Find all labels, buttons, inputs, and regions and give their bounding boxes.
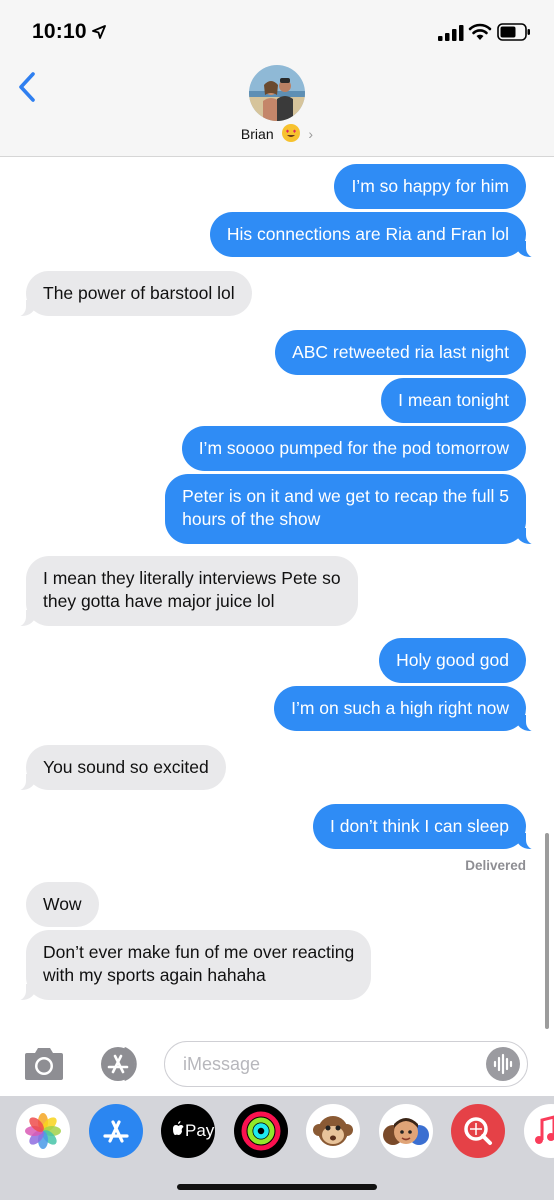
chevron-right-icon: ›	[308, 126, 314, 142]
waveform-icon	[493, 1053, 513, 1075]
contact-name-row[interactable]: Brian ›	[0, 124, 554, 142]
message-text: hours of the show	[182, 509, 321, 529]
home-indicator[interactable]	[177, 1184, 377, 1190]
message-bubble-sent[interactable]: I’m on such a high right now	[274, 686, 540, 732]
contact-avatar[interactable]	[249, 65, 305, 121]
message-text: Wow	[43, 894, 82, 914]
message-text: I’m on such a high right now	[291, 698, 509, 718]
location-arrow-icon	[92, 25, 106, 39]
message-text: they gotta have major juice lol	[43, 591, 275, 611]
compose-bar	[0, 1030, 554, 1096]
message-bubble-sent[interactable]: Holy good god	[379, 638, 526, 683]
scroll-indicator[interactable]	[545, 833, 549, 1029]
message-text: Peter is on it and we get to recap the f…	[182, 486, 509, 506]
message-text: I mean tonight	[398, 390, 509, 410]
app-store-button-icon[interactable]	[94, 1046, 142, 1082]
message-text: The power of barstool lol	[43, 283, 235, 303]
message-text: His connections are Ria and Fran lol	[226, 224, 509, 244]
wifi-icon	[468, 23, 492, 40]
contact-name: Brian	[240, 126, 274, 142]
conversation-header: Brian ›	[0, 60, 554, 157]
message-text: I’m so happy for him	[351, 176, 509, 196]
heart-eyes-emoji-icon	[281, 124, 300, 142]
battery-icon	[497, 23, 530, 41]
message-bubble-sent[interactable]: I don’t think I can sleep	[313, 804, 540, 850]
camera-icon[interactable]	[22, 1046, 66, 1082]
message-text: Holy good god	[396, 650, 509, 670]
cellular-signal-icon	[438, 25, 464, 41]
message-bubble-sent[interactable]: ABC retweeted ria last night	[275, 330, 526, 375]
music-app-icon[interactable]	[524, 1104, 554, 1158]
status-bar: 10:10	[0, 0, 554, 60]
message-bubble-sent[interactable]: I’m soooo pumped for the pod tomorrow	[181, 426, 526, 471]
message-text: You sound so excited	[43, 757, 209, 777]
message-text: I’m soooo pumped for the pod tomorrow	[198, 438, 509, 458]
message-text: Don’t ever make fun of me over reacting	[43, 942, 355, 962]
message-bubble-received[interactable]: You sound so excited	[12, 745, 226, 791]
apple-pay-app-icon[interactable]: Pay	[161, 1104, 215, 1158]
message-bubble-received[interactable]: The power of barstool lol	[12, 271, 252, 317]
message-bubble-sent[interactable]: His connections are Ria and Fran lol	[209, 212, 541, 258]
back-chevron-icon[interactable]	[14, 70, 40, 104]
message-bubble-received[interactable]: Don’t ever make fun of me over reacting …	[11, 930, 372, 1001]
search-images-app-icon[interactable]	[451, 1104, 505, 1158]
activity-app-icon[interactable]	[234, 1104, 288, 1158]
photos-app-icon[interactable]	[16, 1104, 70, 1158]
animoji-app-icon[interactable]	[306, 1104, 360, 1158]
memoji-app-icon[interactable]	[379, 1104, 433, 1158]
message-bubble-sent[interactable]: I mean tonight	[381, 378, 526, 423]
message-bubble-sent[interactable]: Peter is on it and we get to recap the f…	[165, 474, 540, 545]
message-text: with my sports again hahaha	[43, 965, 266, 985]
message-text: I don’t think I can sleep	[330, 816, 509, 836]
message-input-field[interactable]	[164, 1041, 528, 1087]
message-text: ABC retweeted ria last night	[292, 342, 509, 362]
apple-pay-label: Pay	[185, 1121, 215, 1140]
message-input[interactable]	[183, 1052, 473, 1076]
message-bubble-received[interactable]: Wow	[26, 882, 99, 927]
message-text: I mean they literally interviews Pete so	[43, 568, 341, 588]
message-thread: I’m so happy for him His connections are…	[0, 158, 554, 1029]
status-time: 10:10	[32, 20, 87, 43]
message-bubble-received[interactable]: I mean they literally interviews Pete so…	[12, 556, 358, 627]
audio-message-button[interactable]	[486, 1047, 520, 1081]
app-store-app-icon[interactable]	[89, 1104, 143, 1158]
delivered-status: Delivered	[465, 858, 526, 873]
message-bubble-sent[interactable]: I’m so happy for him	[334, 164, 526, 209]
